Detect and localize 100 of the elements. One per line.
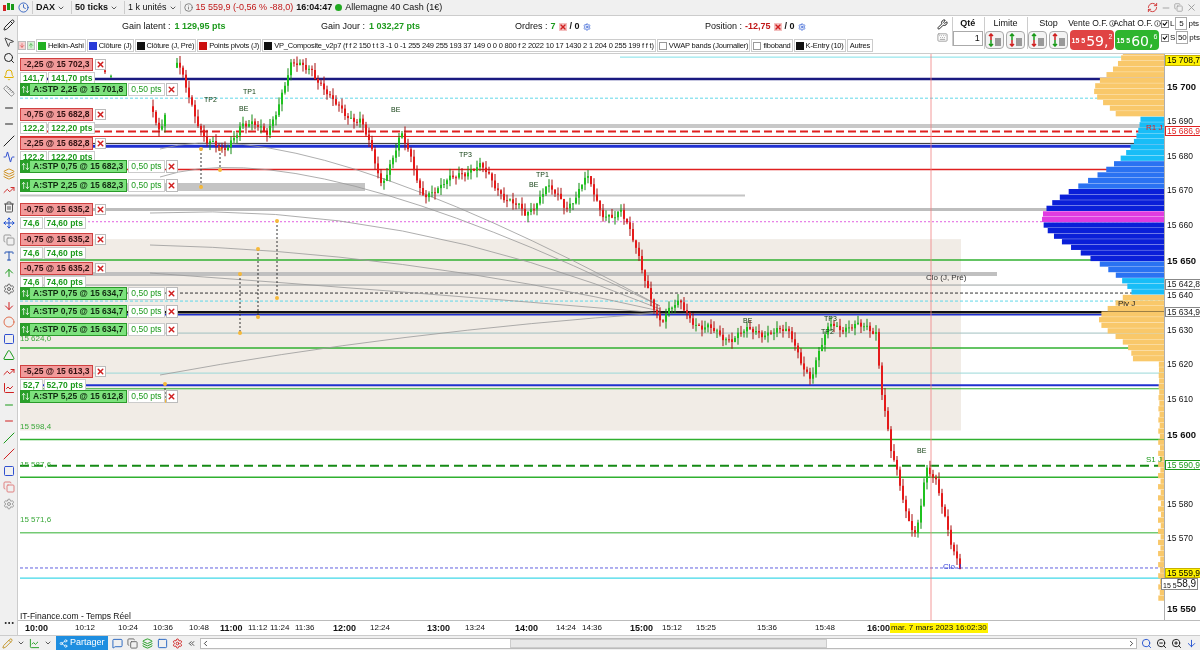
share-button[interactable]: Partager bbox=[56, 635, 108, 650]
option-input[interactable]: 5 bbox=[1175, 17, 1188, 30]
stop-order-tag[interactable]: A:STP 2,25 @ 15 682,3 bbox=[20, 179, 128, 192]
axis-label: 15 600 bbox=[1167, 430, 1197, 440]
stop-order-tag[interactable]: A:STP 2,25 @ 15 701,8 bbox=[20, 83, 128, 96]
position-tag[interactable]: -0,75 @ 15 682,8 bbox=[20, 108, 94, 121]
stop-distance: 0,50 pts bbox=[128, 287, 165, 300]
option-label: S bbox=[1170, 31, 1176, 44]
time-label: 16:00 bbox=[867, 624, 891, 633]
option-input[interactable]: 50 bbox=[1176, 31, 1189, 44]
level-label: 15 571,6 bbox=[20, 516, 52, 524]
time-label: 10:12 bbox=[75, 624, 96, 632]
axis-label: 15 640 bbox=[1167, 290, 1193, 300]
stop-distance: 0,50 pts bbox=[128, 390, 165, 403]
time-label: 15:48 bbox=[815, 624, 836, 632]
orders-pending: / 0 bbox=[569, 20, 580, 34]
line-label: Clo J bbox=[943, 563, 962, 571]
position-tag[interactable]: -0,75 @ 15 635,2 bbox=[20, 262, 94, 275]
stop-distance: 0,50 pts bbox=[128, 323, 165, 336]
line-label: Clo (J, Pré) bbox=[926, 274, 967, 282]
gain-label: Gain Jour : bbox=[321, 20, 366, 34]
time-label: 11:36 bbox=[295, 624, 315, 632]
orders-label: Ordres : bbox=[515, 20, 548, 34]
price-label: Achat O.F. bbox=[1113, 17, 1153, 30]
stop-distance: 0,50 pts bbox=[128, 160, 165, 173]
unit-label: pts bbox=[1188, 17, 1200, 30]
time-label: 11:00 bbox=[220, 624, 243, 633]
position-tag[interactable]: -2,25 @ 15 682,8 bbox=[20, 137, 94, 150]
position-label: Position : bbox=[705, 20, 743, 34]
cursor-time-label: mar. 7 mars 2023 16:02:30 bbox=[890, 623, 988, 633]
gain-label: Gain latent : bbox=[122, 20, 171, 34]
stop-distance: 0,50 pts bbox=[128, 179, 165, 192]
time-label: 10:24 bbox=[118, 624, 139, 632]
price-tag: 15 686,9 bbox=[1165, 125, 1200, 137]
axis-label: 15 700 bbox=[1167, 82, 1197, 92]
time-label: 12:00 bbox=[333, 624, 357, 633]
line-label: Piv J bbox=[1118, 300, 1136, 308]
gain-value: 1 032,27 pts bbox=[369, 20, 421, 34]
axis-label: 15 550 bbox=[1167, 604, 1197, 614]
axis-label: 15 670 bbox=[1167, 186, 1193, 195]
stop-order-tag[interactable]: A:STP 0,75 @ 15 682,3 bbox=[20, 160, 128, 173]
quantity-input[interactable]: 1 bbox=[952, 30, 983, 46]
axis-label: 15 610 bbox=[1167, 395, 1193, 404]
instrument-dropdown[interactable]: DAX bbox=[32, 0, 68, 15]
gain-value: 1 129,95 pts bbox=[174, 20, 226, 34]
interval-dropdown[interactable]: 50 ticks bbox=[71, 0, 122, 15]
axis-label: 15 650 bbox=[1167, 256, 1197, 266]
profit-points: 74,6 bbox=[20, 216, 43, 229]
orders-count: 7 bbox=[550, 20, 556, 34]
time-label: 13:24 bbox=[465, 624, 486, 632]
price-tag: 15 634,9 bbox=[1165, 306, 1200, 318]
stop-distance: 0,50 pts bbox=[128, 83, 165, 96]
level-label: 15 624,0 bbox=[20, 335, 52, 343]
time-label: 15:36 bbox=[757, 624, 778, 632]
line-label: R1 J bbox=[1146, 124, 1163, 132]
stop-order-tag[interactable]: A:STP 0,75 @ 15 634,7 bbox=[20, 305, 128, 318]
time-label: 13:00 bbox=[427, 624, 451, 633]
line-label: S1 J bbox=[1146, 456, 1162, 464]
time-label: 15:00 bbox=[630, 624, 654, 633]
time-label: 14:00 bbox=[515, 624, 539, 633]
data-source-label: IT-Finance.com - Temps Réel bbox=[20, 611, 131, 620]
quantity-label: Qté bbox=[960, 17, 976, 30]
position-pending: / 0 bbox=[784, 20, 795, 34]
time-label: 14:24 bbox=[556, 624, 577, 632]
axis-label: 15 630 bbox=[1167, 325, 1193, 335]
level-label: 15 598,4 bbox=[20, 423, 52, 431]
time-label: 12:24 bbox=[370, 624, 391, 632]
quote-text: 15 559,9 (-0,56 % -88,0) bbox=[195, 0, 294, 14]
axis-label: 15 570 bbox=[1167, 534, 1193, 543]
price-tag: 15 642,8 bbox=[1165, 279, 1200, 290]
time-label: 10:00 bbox=[25, 624, 49, 633]
axis-label: 15 690 bbox=[1167, 116, 1193, 126]
stop-distance: 0,50 pts bbox=[128, 305, 165, 318]
time-label: 10:36 bbox=[153, 624, 174, 632]
axis-label: 15 660 bbox=[1167, 221, 1193, 230]
stop-order-tag[interactable]: A:STP 0,75 @ 15 634,7 bbox=[20, 287, 128, 300]
position-tag[interactable]: -2,25 @ 15 702,3 bbox=[20, 58, 94, 71]
position-tag[interactable]: -0,75 @ 15 635,2 bbox=[20, 233, 94, 246]
time-label: 14:36 bbox=[582, 624, 603, 632]
axis-label: 15 620 bbox=[1167, 360, 1193, 369]
profit-points: 122,2 bbox=[20, 121, 48, 134]
stop-order-tag[interactable]: A:STP 0,75 @ 15 634,7 bbox=[20, 323, 128, 336]
market-name: Allemagne 40 Cash (1€) bbox=[345, 0, 443, 14]
time-label: 15:12 bbox=[662, 624, 683, 632]
unit-label: pts bbox=[1189, 31, 1200, 44]
option-label: L bbox=[1170, 17, 1175, 30]
position-tag[interactable]: -0,75 @ 15 635,2 bbox=[20, 203, 94, 216]
time-label: 11:24 bbox=[270, 624, 290, 632]
quote-time: 16:04:47 bbox=[296, 0, 333, 14]
axis-label: 15 580 bbox=[1167, 499, 1193, 509]
profit-points: 122,20 pts bbox=[48, 121, 96, 134]
time-label: 11:12 bbox=[248, 624, 268, 632]
profit-points: 74,60 pts bbox=[43, 216, 86, 229]
stop-order-tag[interactable]: A:STP 5,25 @ 15 612,8 bbox=[20, 390, 128, 403]
price-tag: 15 590,9 bbox=[1165, 459, 1200, 471]
limit-label: Limite bbox=[993, 17, 1018, 30]
time-label: 15:25 bbox=[696, 624, 717, 632]
price-label: Vente O.F. bbox=[1068, 17, 1108, 30]
position-tag[interactable]: -5,25 @ 15 613,3 bbox=[20, 365, 94, 378]
units-dropdown[interactable]: 1 k unités bbox=[124, 0, 181, 15]
